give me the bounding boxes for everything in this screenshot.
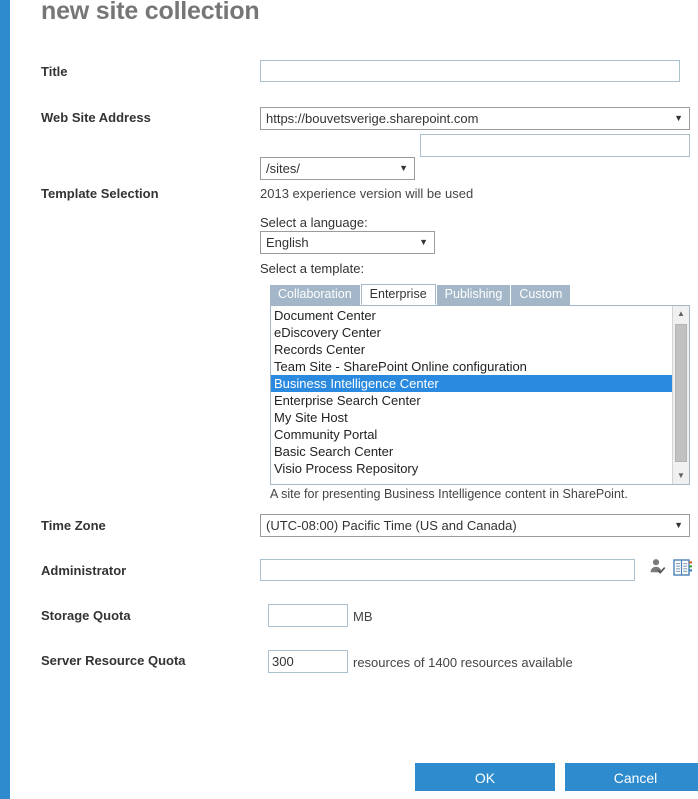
title-label: Title (41, 64, 68, 79)
time-zone-dropdown[interactable]: (UTC-08:00) Pacific Time (US and Canada)… (260, 514, 690, 537)
template-list-scrollbar[interactable]: ▲ ▼ (672, 306, 689, 484)
web-site-address-label: Web Site Address (41, 110, 151, 125)
storage-quota-input[interactable] (268, 604, 348, 627)
dialog-content: new site collection Title Web Site Addre… (10, 0, 698, 799)
administrator-icon-group (648, 558, 693, 577)
chevron-down-icon: ▼ (674, 520, 683, 530)
page-title: new site collection (41, 0, 260, 25)
server-resource-quota-label: Server Resource Quota (41, 653, 186, 668)
template-description: A site for presenting Business Intellige… (270, 487, 628, 501)
tab-enterprise[interactable]: Enterprise (360, 284, 436, 305)
title-input[interactable] (260, 60, 680, 82)
template-category-tabs: Collaboration Enterprise Publishing Cust… (270, 284, 571, 305)
list-item[interactable]: Records Center (271, 341, 672, 358)
administrator-label: Administrator (41, 563, 127, 578)
list-item-selected[interactable]: Business Intelligence Center (271, 375, 672, 392)
person-check-icon[interactable] (648, 558, 668, 577)
select-language-label: Select a language: (260, 215, 368, 230)
chevron-down-icon: ▼ (419, 237, 428, 247)
ok-button[interactable]: OK (415, 763, 555, 791)
left-accent-bar (0, 0, 10, 799)
address-book-icon[interactable] (673, 558, 693, 577)
list-item[interactable]: My Site Host (271, 409, 672, 426)
experience-version-note: 2013 experience version will be used (260, 186, 474, 201)
template-list-items: Document Center eDiscovery Center Record… (271, 306, 672, 484)
select-template-label: Select a template: (260, 261, 365, 276)
web-site-address-path-dropdown[interactable]: /sites/ ▼ (260, 157, 415, 180)
scroll-up-arrow-icon[interactable]: ▲ (673, 306, 689, 322)
tab-publishing[interactable]: Publishing (436, 285, 511, 305)
web-site-address-host-dropdown[interactable]: https://bouvetsverige.sharepoint.com ▼ (260, 107, 690, 130)
list-item[interactable]: Enterprise Search Center (271, 392, 672, 409)
web-site-address-host-value: https://bouvetsverige.sharepoint.com (266, 111, 479, 126)
time-zone-label: Time Zone (41, 518, 106, 533)
language-value: English (266, 235, 309, 250)
administrator-input[interactable] (260, 559, 635, 581)
server-resource-quota-suffix: resources of 1400 resources available (353, 655, 573, 670)
web-site-address-path-value: /sites/ (266, 161, 300, 176)
scrollbar-thumb[interactable] (675, 324, 687, 462)
chevron-down-icon: ▼ (674, 113, 683, 123)
list-item[interactable]: Community Portal (271, 426, 672, 443)
template-selection-label: Template Selection (41, 186, 159, 201)
storage-quota-unit: MB (353, 609, 373, 624)
tab-collaboration[interactable]: Collaboration (270, 285, 360, 305)
storage-quota-label: Storage Quota (41, 608, 131, 623)
chevron-down-icon: ▼ (399, 163, 408, 173)
tab-custom[interactable]: Custom (511, 285, 571, 305)
web-site-address-name-input[interactable] (420, 134, 690, 157)
scroll-down-arrow-icon[interactable]: ▼ (673, 468, 689, 484)
dialog-footer: OK Cancel (20, 740, 698, 799)
list-item[interactable]: Basic Search Center (271, 443, 672, 460)
template-listbox[interactable]: Document Center eDiscovery Center Record… (270, 305, 690, 485)
list-item[interactable]: eDiscovery Center (271, 324, 672, 341)
server-resource-quota-input[interactable] (268, 650, 348, 673)
language-dropdown[interactable]: English ▼ (260, 231, 435, 254)
time-zone-value: (UTC-08:00) Pacific Time (US and Canada) (266, 518, 517, 533)
list-item[interactable]: Team Site - SharePoint Online configurat… (271, 358, 672, 375)
list-item[interactable]: Visio Process Repository (271, 460, 672, 477)
cancel-button[interactable]: Cancel (565, 763, 698, 791)
new-site-collection-dialog: new site collection Title Web Site Addre… (0, 0, 698, 799)
list-item[interactable]: Document Center (271, 307, 672, 324)
